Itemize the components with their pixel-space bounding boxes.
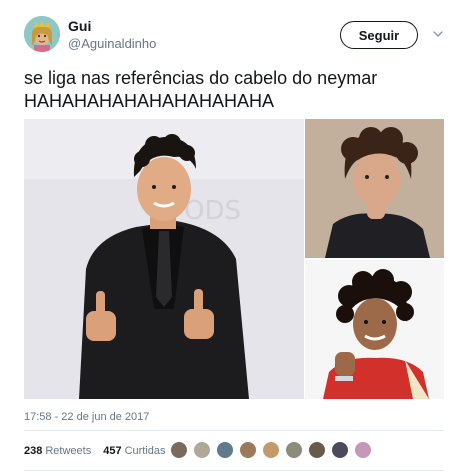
retweets-count: 238 — [24, 445, 43, 457]
author-name[interactable]: Gui — [68, 18, 91, 34]
tweet-text-line: HAHAHAHAHAHAHAHAHAHA — [24, 91, 275, 111]
liker-avatar[interactable] — [354, 441, 372, 459]
chevron-down-icon[interactable] — [430, 26, 446, 42]
media-grid: ODS — [24, 119, 444, 399]
liker-avatar[interactable] — [308, 441, 326, 459]
tweet-text: se liga nas referências do cabelo do ney… — [24, 67, 450, 113]
follow-button[interactable]: Seguir — [340, 21, 418, 49]
photo-bottom-right[interactable] — [305, 260, 444, 399]
retweets-stat[interactable]: 238 Retweets — [24, 445, 91, 457]
tweet-timestamp[interactable]: 17:58 - 22 de jun de 2017 — [24, 411, 149, 423]
svg-text:ODS: ODS — [184, 196, 241, 226]
avatar-icon[interactable] — [24, 16, 60, 52]
liker-avatar[interactable] — [170, 441, 188, 459]
divider — [24, 470, 444, 471]
photo-top-right[interactable] — [305, 119, 444, 258]
tweet-stats: 238 Retweets 457 Curtidas — [24, 441, 178, 461]
likes-label: Curtidas — [124, 445, 166, 457]
liker-avatar[interactable] — [285, 441, 303, 459]
liker-avatar[interactable] — [262, 441, 280, 459]
likes-count: 457 — [103, 445, 122, 457]
liker-avatar[interactable] — [193, 441, 211, 459]
likes-stat[interactable]: 457 Curtidas — [103, 445, 165, 457]
divider — [24, 430, 444, 431]
liker-avatar[interactable] — [239, 441, 257, 459]
liker-avatar[interactable] — [331, 441, 349, 459]
liker-avatars — [170, 441, 377, 459]
retweets-label: Retweets — [45, 445, 92, 457]
tweet-header: Gui @Aguinaldinho Seguir — [24, 16, 450, 56]
photo-main[interactable]: ODS — [24, 119, 304, 399]
liker-avatar[interactable] — [216, 441, 234, 459]
tweet-text-line: se liga nas referências do cabelo do ney… — [24, 68, 378, 88]
author-handle[interactable]: @Aguinaldinho — [68, 36, 156, 51]
